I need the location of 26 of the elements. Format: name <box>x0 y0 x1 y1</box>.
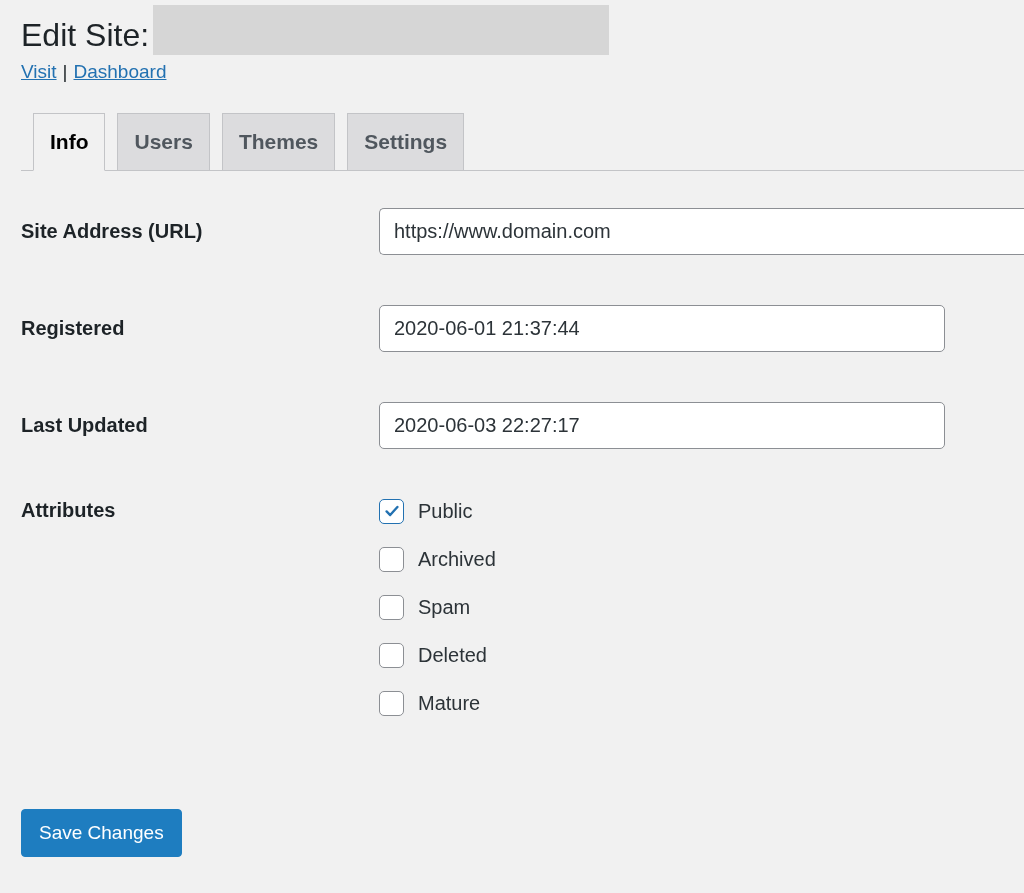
checkbox-label: Public <box>418 499 473 523</box>
tab[interactable]: Info <box>33 113 106 171</box>
page-title: Edit Site: <box>21 17 150 53</box>
checkbox-label: Archived <box>418 547 496 571</box>
tab[interactable]: Themes <box>221 113 336 170</box>
text-field[interactable]: 2020-06-01 21:37:44 <box>379 304 945 352</box>
text-field[interactable]: https://www.domain.com <box>379 207 1024 255</box>
field-label: Last Updated <box>21 413 149 437</box>
checkbox[interactable] <box>379 498 404 524</box>
checkbox[interactable] <box>379 642 404 668</box>
save-changes-button[interactable]: Save Changes <box>21 809 182 857</box>
text-field[interactable]: 2020-06-03 22:27:17 <box>379 401 945 449</box>
field-label: Attributes <box>21 498 117 522</box>
checkbox-label: Spam <box>418 595 471 619</box>
tab[interactable]: Settings <box>347 113 465 170</box>
checkbox[interactable] <box>379 690 404 716</box>
field-label: Registered <box>21 316 126 340</box>
page-link[interactable]: Visit <box>21 61 57 83</box>
checkbox-label: Deleted <box>418 643 487 667</box>
field-label: Site Address (URL) <box>21 219 204 243</box>
tab[interactable]: Users <box>117 113 210 170</box>
page-link[interactable]: Dashboard <box>73 61 167 83</box>
link-separator: | <box>62 61 68 83</box>
checkbox[interactable] <box>379 594 404 620</box>
checkbox-label: Mature <box>418 691 481 715</box>
checkbox[interactable] <box>379 546 404 572</box>
